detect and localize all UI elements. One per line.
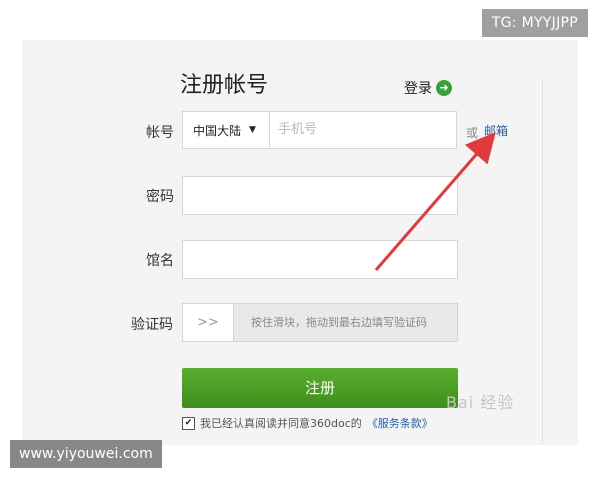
annotation-arrow [374, 131, 496, 271]
site-badge: www.yiyouwei.com [10, 440, 162, 468]
